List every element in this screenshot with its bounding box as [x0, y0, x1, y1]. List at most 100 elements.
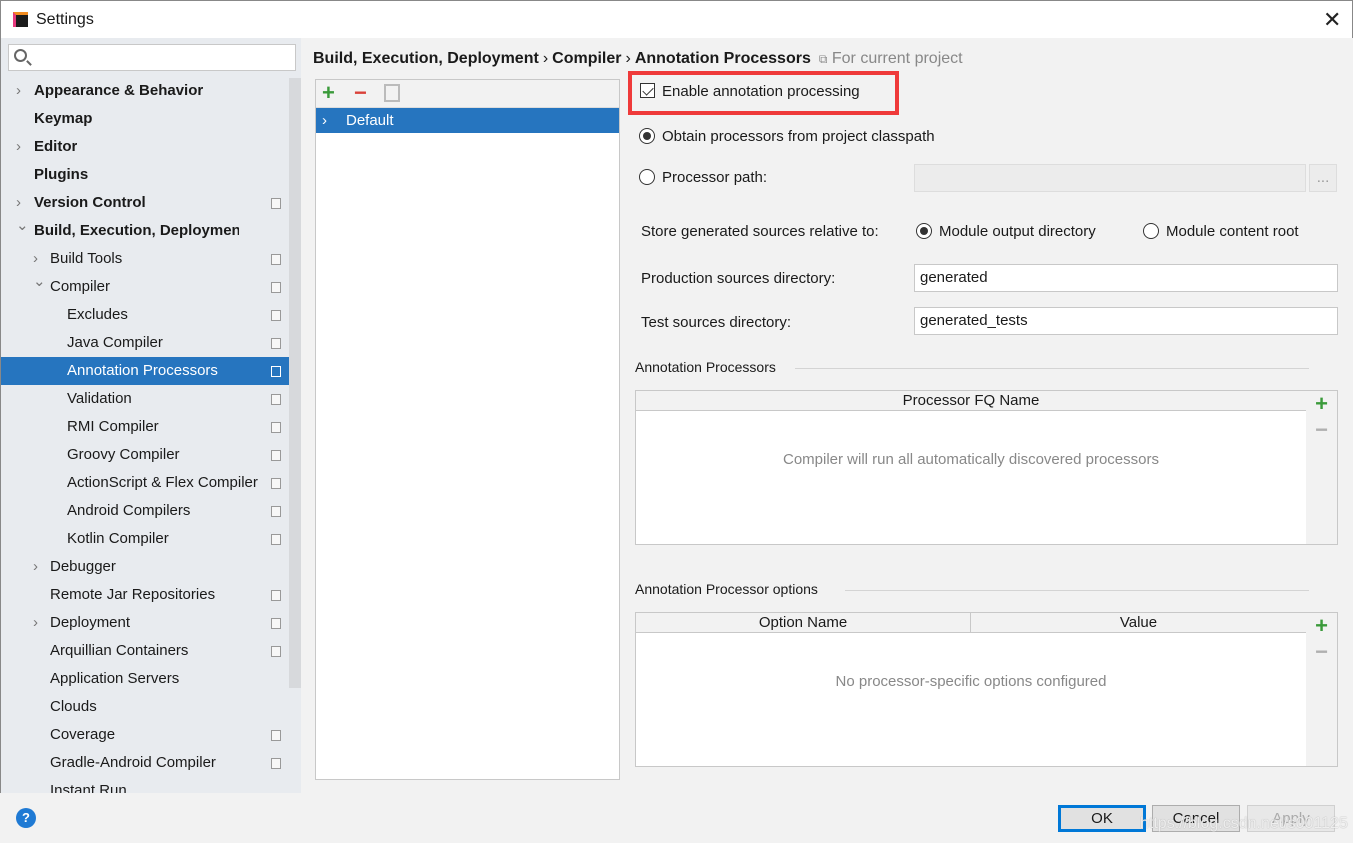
close-icon[interactable]: ✕ [1323, 7, 1341, 33]
sidebar-item[interactable]: Arquillian Containers [1, 637, 289, 665]
test-dir-input[interactable]: generated_tests [914, 307, 1338, 335]
project-settings-icon [271, 450, 281, 461]
sidebar-item[interactable]: Excludes [1, 301, 289, 329]
sidebar-item[interactable]: › Appearance & Behavior [1, 77, 289, 105]
options-table[interactable]: Option Name Value No processor-specific … [635, 612, 1307, 767]
sidebar-item-label: Deployment [50, 614, 131, 631]
sidebar-item[interactable]: Keymap [1, 105, 289, 133]
processors-table[interactable]: Processor FQ Name Compiler will run all … [635, 390, 1307, 545]
sidebar-item-label: Version Control [34, 194, 146, 211]
column-header-option-name[interactable]: Option Name [636, 613, 971, 633]
processor-path-radio[interactable]: Processor path: [639, 169, 767, 186]
add-option-button[interactable]: + [1306, 613, 1337, 639]
chevron-right-icon[interactable]: › [33, 553, 38, 581]
sidebar-item[interactable]: Java Compiler [1, 329, 289, 357]
remove-processor-button: − [1315, 417, 1328, 442]
sidebar-item[interactable]: ⌄ Compiler [1, 273, 289, 301]
enable-annotation-processing-checkbox[interactable]: Enable annotation processing [640, 83, 860, 100]
radio-unselected[interactable] [1143, 223, 1159, 239]
chevron-right-icon[interactable]: › [322, 108, 327, 133]
project-settings-icon [271, 254, 281, 265]
breadcrumb-item[interactable]: Compiler [552, 50, 621, 67]
radio-selected[interactable] [639, 128, 655, 144]
sidebar-item[interactable]: Kotlin Compiler [1, 525, 289, 553]
radio-label: Processor path: [662, 169, 768, 186]
sidebar-item-label: RMI Compiler [67, 418, 159, 435]
sidebar-item[interactable]: Clouds [1, 693, 289, 721]
sidebar-item-label: Coverage [50, 726, 116, 743]
sidebar-item[interactable]: Plugins [1, 161, 289, 189]
add-processor-button[interactable]: + [1306, 391, 1337, 417]
settings-sidebar: › Appearance & Behavior Keymap › Editor Plugi… [0, 38, 301, 793]
chevron-down-icon[interactable]: ⌄ [33, 268, 46, 296]
breadcrumb: Build, Execution, Deployment › Compiler › An… [313, 50, 963, 68]
chevron-right-icon[interactable]: › [16, 77, 21, 105]
column-header[interactable]: Processor FQ Name [636, 391, 1307, 411]
remove-profile-button[interactable]: − [354, 82, 367, 104]
production-dir-label: Production sources directory: [641, 270, 836, 287]
production-dir-input[interactable]: generated [914, 264, 1338, 292]
sidebar-item-label: Compiler [50, 278, 111, 295]
sidebar-item[interactable]: ⌄ Build, Execution, Deployment [1, 217, 289, 245]
add-profile-button[interactable]: + [322, 82, 335, 104]
project-settings-icon [271, 310, 281, 321]
column-header-value[interactable]: Value [971, 613, 1307, 633]
sidebar-item[interactable]: Instant Run [1, 777, 289, 793]
sidebar-item[interactable]: › Debugger [1, 553, 289, 581]
project-settings-icon [271, 478, 281, 489]
sidebar-item[interactable]: Groovy Compiler [1, 441, 289, 469]
sidebar-item-label: Annotation Processors [67, 362, 218, 379]
ok-button[interactable]: OK [1058, 805, 1146, 832]
sidebar-item[interactable]: Remote Jar Repositories [1, 581, 289, 609]
chevron-down-icon[interactable]: ⌄ [16, 212, 29, 240]
help-button[interactable]: ? [16, 808, 36, 828]
checkbox-checked[interactable] [640, 83, 655, 98]
radio-unselected[interactable] [639, 169, 655, 185]
project-settings-icon [271, 730, 281, 741]
sidebar-item[interactable]: › Version Control [1, 189, 289, 217]
sidebar-item-label: Android Compilers [67, 502, 191, 519]
radio-selected[interactable] [916, 223, 932, 239]
sidebar-item[interactable]: › Editor [1, 133, 289, 161]
sidebar-item-label: Gradle-Android Compiler [50, 754, 216, 771]
project-settings-icon [271, 282, 281, 293]
project-settings-icon [271, 422, 281, 433]
scope-label: For current project [831, 50, 963, 67]
project-settings-icon [271, 198, 281, 209]
sidebar-item[interactable]: Application Servers [1, 665, 289, 693]
processor-path-field [914, 164, 1306, 192]
sidebar-item-label: Kotlin Compiler [67, 530, 169, 547]
breadcrumb-item[interactable]: Build, Execution, Deployment [313, 50, 539, 67]
sidebar-item-label: Groovy Compiler [67, 446, 180, 463]
chevron-right-icon[interactable]: › [33, 609, 38, 637]
obtain-from-classpath-radio[interactable]: Obtain processors from project classpath [639, 128, 935, 145]
divider [795, 368, 1309, 369]
sidebar-scrollbar[interactable] [289, 78, 301, 688]
sidebar-item[interactable]: Annotation Processors [1, 357, 301, 385]
sidebar-item-label: Arquillian Containers [50, 642, 189, 659]
module-output-radio[interactable]: Module output directory [916, 223, 1096, 240]
breadcrumb-separator: › [542, 50, 549, 67]
search-input[interactable] [8, 44, 296, 71]
move-to-profile-icon[interactable] [384, 84, 400, 102]
chevron-right-icon[interactable]: › [16, 133, 21, 161]
sidebar-item[interactable]: ActionScript & Flex Compiler [1, 469, 289, 497]
project-settings-icon [271, 758, 281, 769]
watermark: https://blog.csdn.net/s001125 [1140, 815, 1348, 832]
sidebar-item[interactable]: Android Compilers [1, 497, 289, 525]
sidebar-item-label: Editor [34, 138, 78, 155]
breadcrumb-separator: › [625, 50, 631, 67]
sidebar-item-label: Instant Run [50, 782, 127, 793]
module-content-radio[interactable]: Module content root [1143, 223, 1299, 240]
sidebar-item[interactable]: RMI Compiler [1, 413, 289, 441]
sidebar-item[interactable]: Gradle-Android Compiler [1, 749, 289, 777]
profile-label: Default [346, 112, 394, 129]
sidebar-item[interactable]: Coverage [1, 721, 289, 749]
project-scope-hint: ⧉ For current project [819, 50, 963, 67]
sidebar-item-label: Appearance & Behavior [34, 82, 204, 99]
sidebar-item-label: Keymap [34, 110, 93, 127]
sidebar-item-label: Debugger [50, 558, 116, 575]
sidebar-item[interactable]: Validation [1, 385, 289, 413]
profile-item-default[interactable]: › Default [316, 108, 619, 133]
sidebar-item[interactable]: › Deployment [1, 609, 289, 637]
